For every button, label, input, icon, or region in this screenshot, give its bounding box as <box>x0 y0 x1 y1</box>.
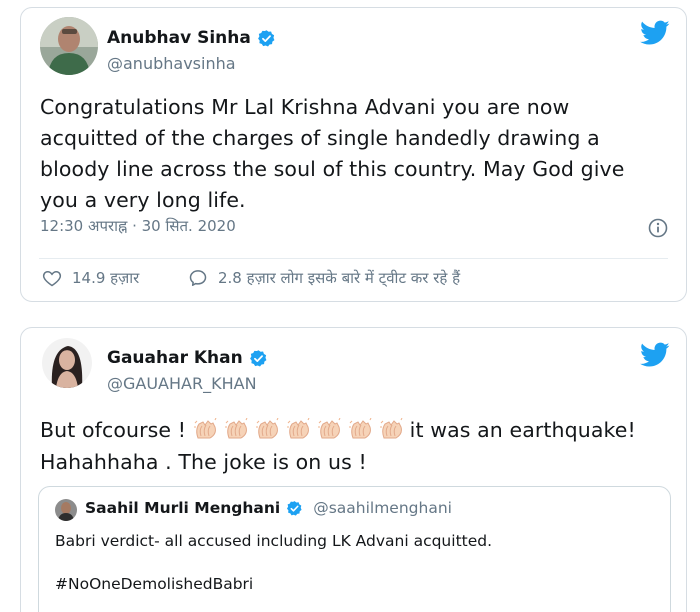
quoted-tweet-text: Babri verdict- all accused including LK … <box>55 532 493 550</box>
info-icon[interactable] <box>648 218 668 238</box>
like-count: 14.9 हज़ार <box>72 269 140 287</box>
clapping-hands-icon <box>193 418 217 439</box>
quoted-tweet[interactable]: Saahil Murli Menghani @saahilmenghani Ba… <box>38 486 671 612</box>
clapping-hands-icon <box>255 418 279 439</box>
divider <box>39 258 668 259</box>
quoted-author-name: Saahil Murli Menghani <box>85 499 281 517</box>
quoted-author-handle: @saahilmenghani <box>313 499 452 517</box>
tweet-card-anubhav[interactable]: Anubhav Sinha @anubhavsinha Congratulati… <box>20 7 687 302</box>
tweet-text-end: it was an earthquake! <box>409 418 636 442</box>
author-name[interactable]: Anubhav Sinha <box>107 28 251 48</box>
heart-icon <box>42 270 62 287</box>
verified-badge-icon <box>249 349 267 366</box>
hashtag-link[interactable]: #NoOneDemolishedBabri <box>55 575 253 593</box>
avatar[interactable] <box>40 17 98 75</box>
tweet-text: Congratulations Mr Lal Krishna Advani yo… <box>40 95 625 212</box>
clapping-hands-icon <box>286 418 310 439</box>
avatar[interactable] <box>42 338 92 388</box>
clapping-hands-icon <box>224 418 248 439</box>
verified-badge-icon <box>257 29 275 46</box>
speech-bubble-icon <box>189 270 207 286</box>
clapping-hands-icon <box>348 418 372 439</box>
author-handle[interactable]: @GAUAHAR_KHAN <box>107 374 257 393</box>
tweet-text-line2: Hahahhaha . The joke is on us ! <box>40 450 367 474</box>
tweet-timestamp[interactable]: 12:30 अपराह्न · 30 सित. 2020 <box>40 216 236 236</box>
verified-badge-icon <box>287 500 302 516</box>
conversation-button[interactable]: 2.8 हज़ार लोग इसके बारे में ट्वीट कर रहे… <box>188 268 460 288</box>
clapping-hands-icon <box>317 418 341 439</box>
author-handle[interactable]: @anubhavsinha <box>107 54 236 73</box>
tweet-card-gauahar[interactable]: Gauahar Khan @GAUAHAR_KHAN But ofcourse … <box>20 327 687 612</box>
clap-emoji-group <box>193 418 410 442</box>
avatar <box>55 499 77 521</box>
like-button[interactable]: 14.9 हज़ार <box>42 268 139 288</box>
author-name[interactable]: Gauahar Khan <box>107 348 243 368</box>
twitter-bird-icon[interactable] <box>640 20 670 46</box>
twitter-bird-icon[interactable] <box>640 342 670 368</box>
conversation-text: 2.8 हज़ार लोग इसके बारे में ट्वीट कर रहे… <box>218 269 461 287</box>
clapping-hands-icon <box>379 418 403 439</box>
tweet-text: But ofcourse ! it was an earthquake! Hah… <box>40 414 666 478</box>
tweet-text-start: But ofcourse ! <box>40 418 187 442</box>
